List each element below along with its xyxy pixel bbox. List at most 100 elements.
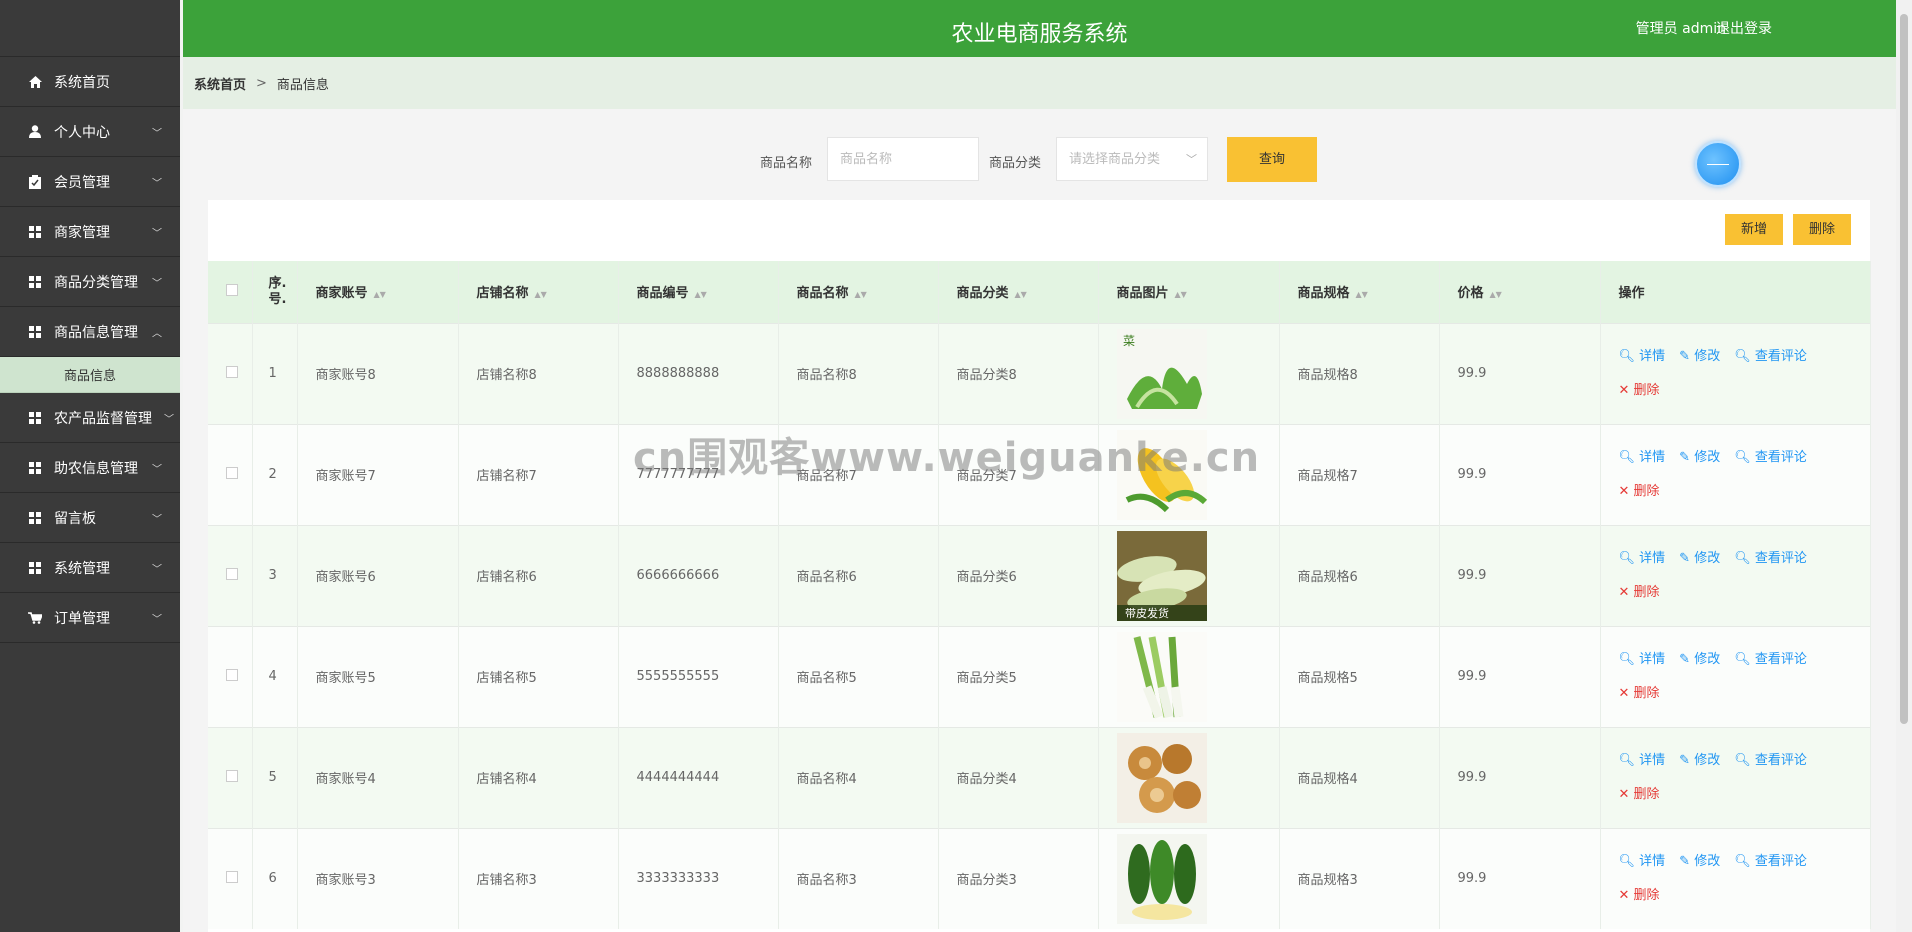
view-reviews-button[interactable]: 🔍︎ 查看评论 xyxy=(1734,854,1807,869)
sidebar-item-system[interactable]: 系统管理 ﹀ xyxy=(0,543,180,593)
delete-row-button[interactable]: ✕ 删除 xyxy=(1619,383,1660,398)
view-reviews-button[interactable]: 🔍︎ 查看评论 xyxy=(1734,652,1807,667)
edit-button[interactable]: ✎ 修改 xyxy=(1679,450,1720,465)
col-product-code[interactable]: 商品编号 ▲▼ xyxy=(618,261,779,323)
merchant-account-cell: 商家账号6 xyxy=(297,524,459,626)
delete-row-button[interactable]: ✕ 删除 xyxy=(1619,787,1660,802)
pencil-icon: ✎ xyxy=(1679,752,1691,768)
select-all-checkbox[interactable] xyxy=(208,261,253,323)
spec-cell: 商品规格6 xyxy=(1279,524,1440,626)
edit-button[interactable]: ✎ 修改 xyxy=(1679,349,1720,364)
product-image[interactable] xyxy=(1116,429,1279,520)
chevron-up-icon: ︿ xyxy=(152,328,162,339)
sidebar-item-members[interactable]: 会员管理 ﹀ xyxy=(0,157,180,207)
sidebar-item-home[interactable]: 系统首页 xyxy=(0,57,180,107)
view-reviews-button[interactable]: 🔍︎ 查看评论 xyxy=(1734,551,1807,566)
product-name-input[interactable]: 商品名称 xyxy=(827,137,979,181)
main-content: 商品名称 商品名称 商品分类 请选择商品分类 ﹀ 查询 新增 删除 序. 号. 商… xyxy=(183,109,1896,932)
sidebar-item-profile[interactable]: 个人中心 ﹀ xyxy=(0,107,180,157)
product-name-cell: 商品名称3 xyxy=(778,827,939,929)
col-spec[interactable]: 商品规格 ▲▼ xyxy=(1279,261,1440,323)
sidebar-item-orders[interactable]: 订单管理 ﹀ xyxy=(0,593,180,643)
edit-button[interactable]: ✎ 修改 xyxy=(1679,551,1720,566)
spec-cell: 商品规格4 xyxy=(1279,726,1440,828)
edit-button[interactable]: ✎ 修改 xyxy=(1679,652,1720,667)
product-image[interactable]: 菜 xyxy=(1116,328,1279,419)
sidebar-item-products[interactable]: 商品信息管理 ︿ xyxy=(0,307,180,357)
col-shop-name[interactable]: 店铺名称 ▲▼ xyxy=(458,261,619,323)
product-code-cell: 6666666666 xyxy=(618,524,779,626)
delete-row-button[interactable]: ✕ 删除 xyxy=(1619,484,1660,499)
sort-icon: ▲▼ xyxy=(373,290,386,300)
row-checkbox[interactable] xyxy=(208,827,253,929)
price-cell: 99.9 xyxy=(1439,625,1601,727)
row-index: 1 xyxy=(252,322,298,424)
delete-selected-button[interactable]: 删除 xyxy=(1793,214,1851,245)
product-image[interactable]: 带皮发货 xyxy=(1116,530,1279,621)
price-cell: 99.9 xyxy=(1439,423,1601,525)
product-image[interactable] xyxy=(1116,732,1279,823)
col-index: 序. 号. xyxy=(252,261,298,323)
col-image[interactable]: 商品图片 ▲▼ xyxy=(1098,261,1280,323)
category-select[interactable]: 请选择商品分类 ﹀ xyxy=(1056,137,1208,181)
row-checkbox[interactable] xyxy=(208,524,253,626)
col-price[interactable]: 价格 ▲▼ xyxy=(1439,261,1601,323)
product-image-cell: 菜 xyxy=(1098,322,1280,424)
sidebar-item-label: 个人中心 xyxy=(54,124,110,141)
detail-button[interactable]: 🔍︎ 详情 xyxy=(1619,450,1666,465)
sidebar-subitem-product-info[interactable]: 商品信息 xyxy=(0,357,180,393)
row-checkbox[interactable] xyxy=(208,322,253,424)
grid-icon xyxy=(28,275,42,289)
col-merchant-account[interactable]: 商家账号 ▲▼ xyxy=(297,261,459,323)
page-scrollbar[interactable] xyxy=(1896,0,1912,932)
delete-row-button[interactable]: ✕ 删除 xyxy=(1619,686,1660,701)
product-image[interactable] xyxy=(1116,631,1279,722)
detail-button[interactable]: 🔍︎ 详情 xyxy=(1619,349,1666,364)
detail-button[interactable]: 🔍︎ 详情 xyxy=(1619,551,1666,566)
floating-button[interactable] xyxy=(1695,141,1741,187)
category-cell: 商品分类3 xyxy=(938,827,1099,929)
row-checkbox[interactable] xyxy=(208,423,253,525)
detail-button[interactable]: 🔍︎ 详情 xyxy=(1619,753,1666,768)
search-icon: 🔍︎ xyxy=(1734,752,1751,768)
sidebar-item-merchants[interactable]: 商家管理 ﹀ xyxy=(0,207,180,257)
delete-row-button[interactable]: ✕ 删除 xyxy=(1619,888,1660,903)
product-image-cell xyxy=(1098,827,1280,929)
col-product-name[interactable]: 商品名称 ▲▼ xyxy=(778,261,939,323)
sidebar-item-label: 订单管理 xyxy=(54,610,110,627)
row-index: 5 xyxy=(252,726,298,828)
spec-cell: 商品规格5 xyxy=(1279,625,1440,727)
breadcrumb-home[interactable]: 系统首页 xyxy=(194,74,246,93)
shop-name-cell: 店铺名称6 xyxy=(458,524,619,626)
sidebar-item-aid-info[interactable]: 助农信息管理 ﹀ xyxy=(0,443,180,493)
sidebar-item-categories[interactable]: 商品分类管理 ﹀ xyxy=(0,257,180,307)
sidebar-item-message-board[interactable]: 留言板 ﹀ xyxy=(0,493,180,543)
col-actions: 操作 xyxy=(1600,261,1871,323)
spec-cell: 商品规格7 xyxy=(1279,423,1440,525)
detail-button[interactable]: 🔍︎ 详情 xyxy=(1619,854,1666,869)
logout-link[interactable]: 退出登录 xyxy=(1716,18,1772,38)
search-icon: 🔍︎ xyxy=(1618,853,1636,869)
sidebar-item-supervision[interactable]: 农产品监督管理 ﹀ xyxy=(0,393,180,443)
delete-row-button[interactable]: ✕ 删除 xyxy=(1619,585,1660,600)
row-checkbox[interactable] xyxy=(208,625,253,727)
view-reviews-button[interactable]: 🔍︎ 查看评论 xyxy=(1734,753,1807,768)
detail-button[interactable]: 🔍︎ 详情 xyxy=(1619,652,1666,667)
view-reviews-button[interactable]: 🔍︎ 查看评论 xyxy=(1734,450,1807,465)
product-image[interactable] xyxy=(1116,833,1279,924)
merchant-account-cell: 商家账号7 xyxy=(297,423,459,525)
grid-icon xyxy=(28,325,42,339)
query-button[interactable]: 查询 xyxy=(1227,137,1317,182)
close-icon: ✕ xyxy=(1618,382,1630,398)
close-icon: ✕ xyxy=(1618,786,1630,802)
add-button[interactable]: 新增 xyxy=(1725,214,1783,245)
edit-button[interactable]: ✎ 修改 xyxy=(1679,753,1720,768)
close-icon: ✕ xyxy=(1618,685,1630,701)
row-checkbox[interactable] xyxy=(208,726,253,828)
table-row: 4 商家账号5 店铺名称5 5555555555 商品名称5 商品分类5 商品规格5 99.9… xyxy=(208,625,1871,727)
col-category[interactable]: 商品分类 ▲▼ xyxy=(938,261,1099,323)
breadcrumb: 系统首页 > 商品信息 xyxy=(183,57,1896,109)
view-reviews-button[interactable]: 🔍︎ 查看评论 xyxy=(1734,349,1807,364)
search-icon: 🔍︎ xyxy=(1618,752,1636,768)
edit-button[interactable]: ✎ 修改 xyxy=(1679,854,1720,869)
